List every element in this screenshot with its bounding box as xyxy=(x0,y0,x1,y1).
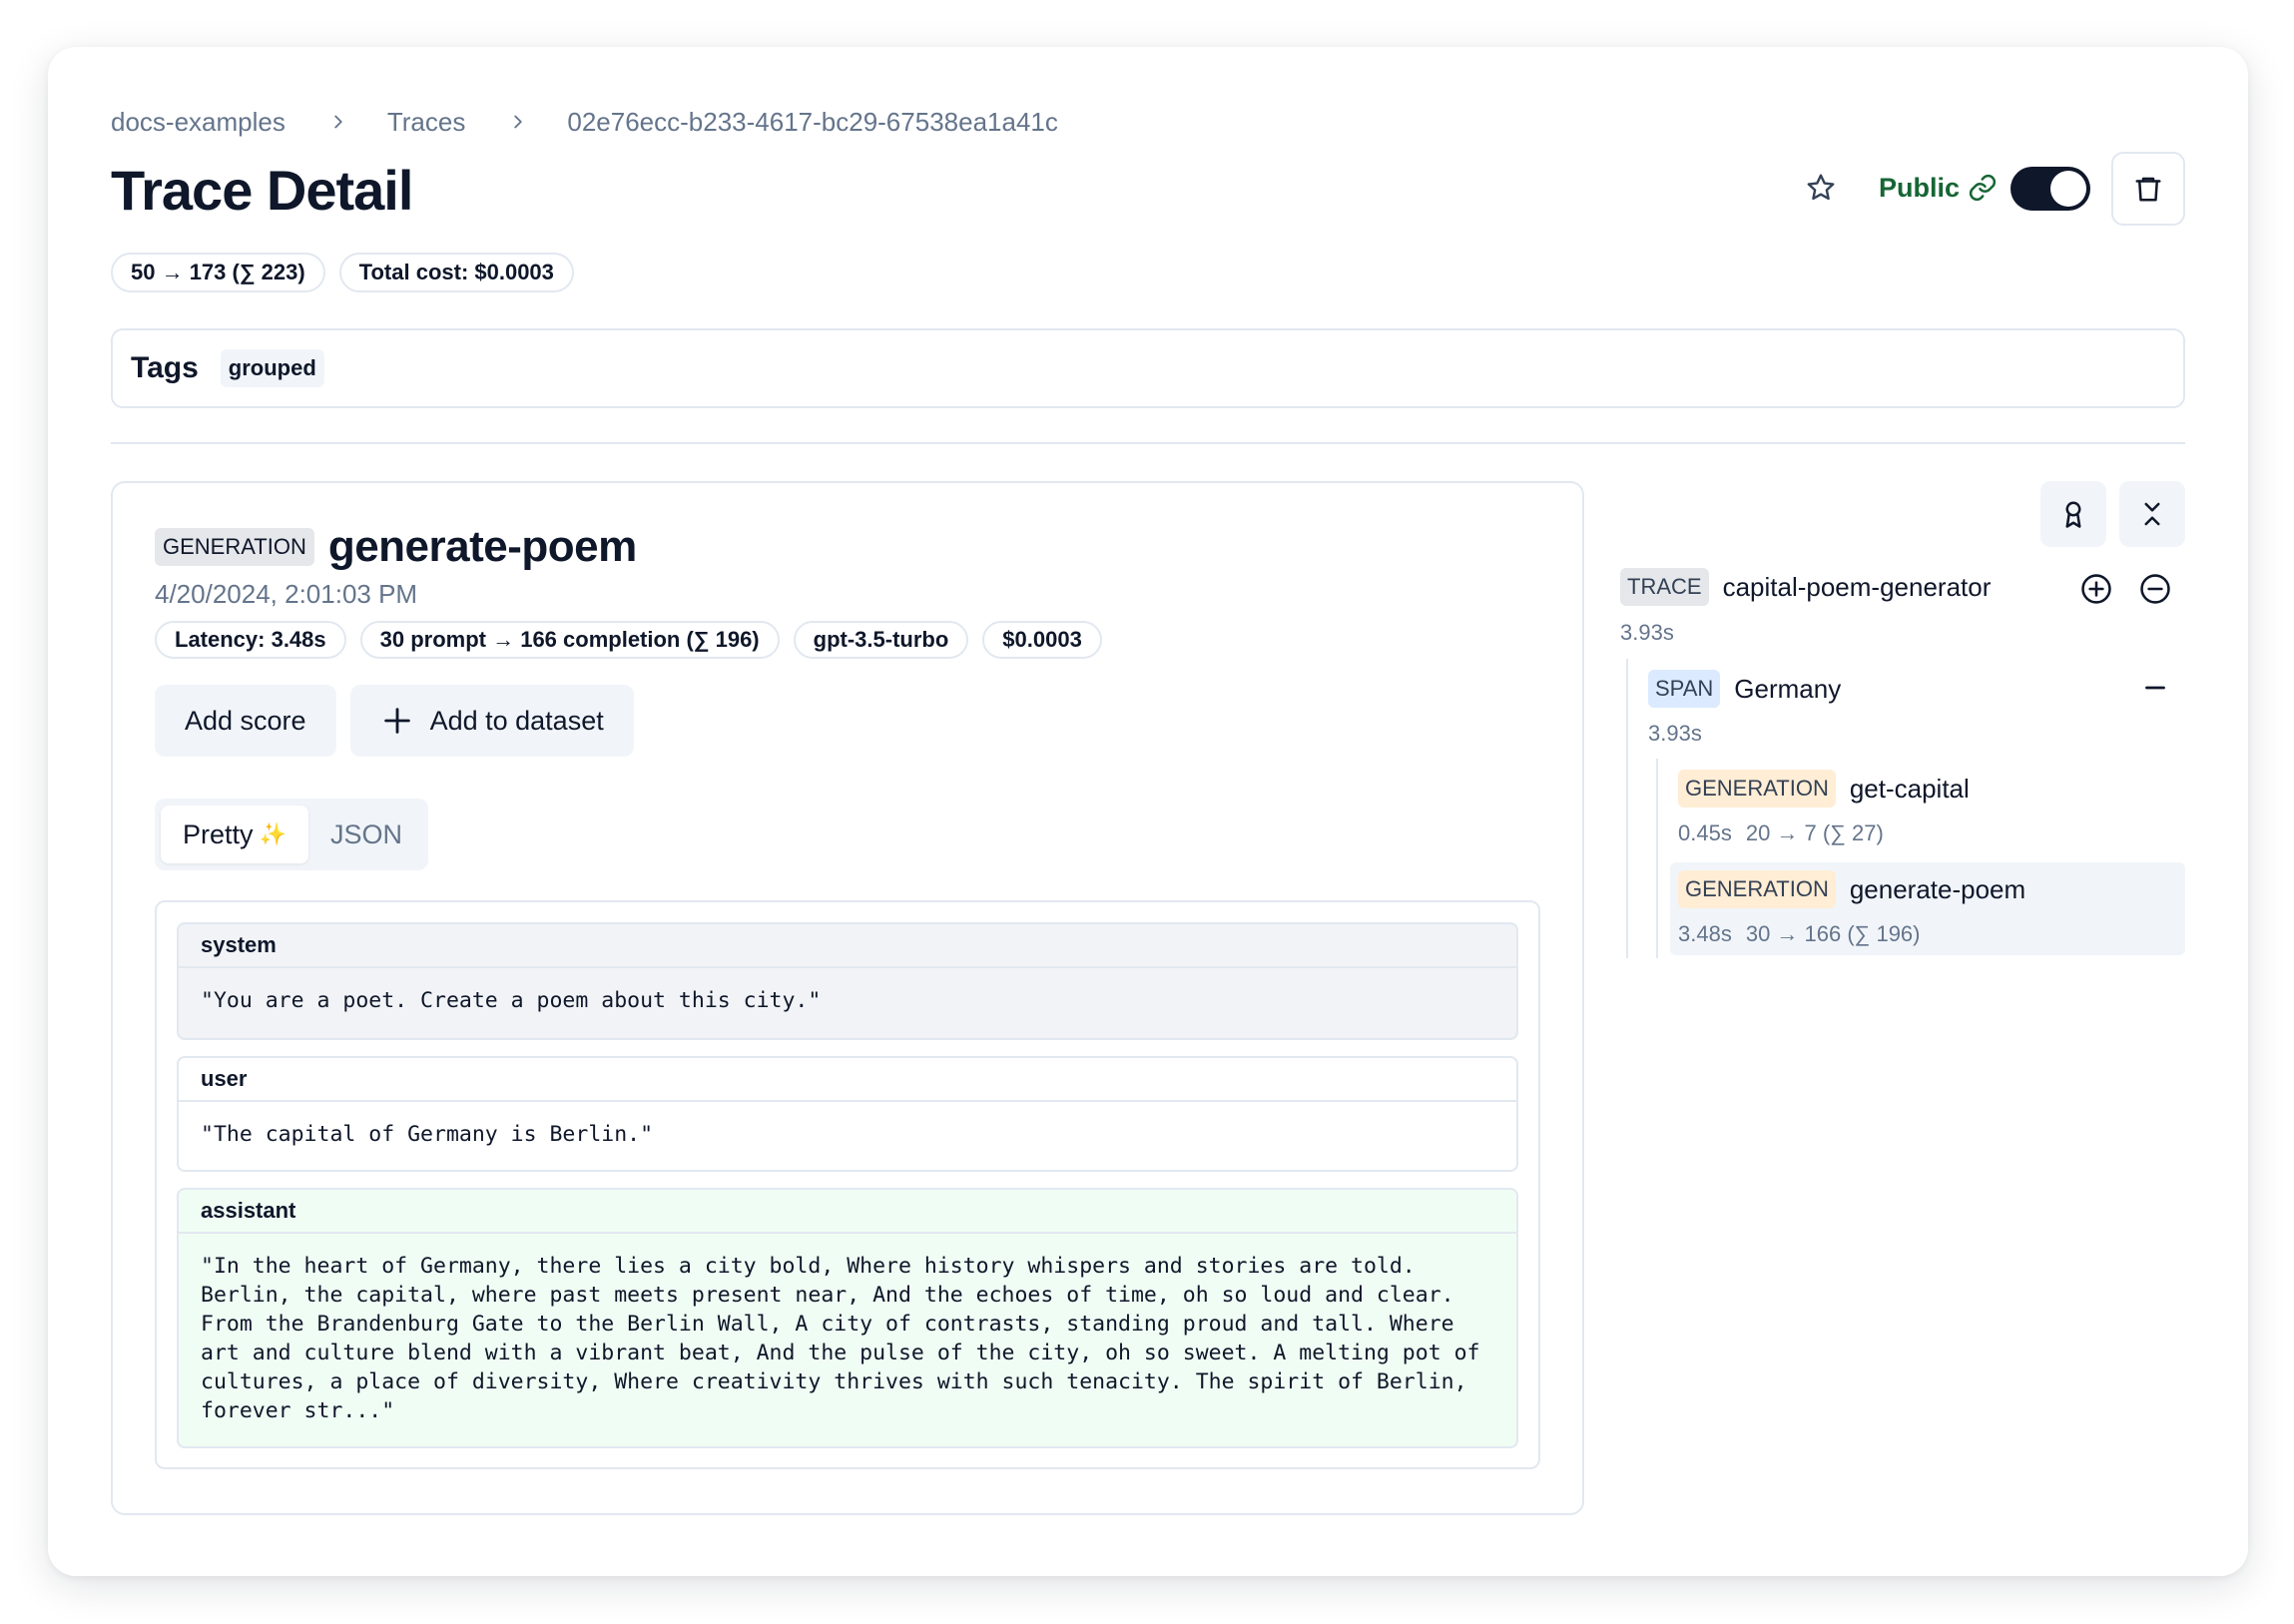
generation-name: get-capital xyxy=(1849,773,1970,804)
trace-summary-badges: 50 → 173 (∑ 223) Total cost: $0.0003 xyxy=(111,253,574,292)
tab-json[interactable]: JSON xyxy=(308,806,424,863)
add-score-label: Add score xyxy=(185,705,306,736)
latency-badge: Latency: 3.48s xyxy=(155,621,346,659)
total-cost-badge: Total cost: $0.0003 xyxy=(338,253,574,292)
tree-connector xyxy=(1656,759,1658,958)
chevron-right-icon xyxy=(507,111,529,133)
public-label: Public xyxy=(1879,172,1961,203)
generation-meta: 0.45s 20 → 7 (∑ 27) xyxy=(1678,820,1884,846)
generation-latency: 0.45s xyxy=(1678,820,1732,845)
tree-node-span[interactable]: SPAN Germany xyxy=(1648,670,1841,708)
token-usage-badge: 50 → 173 (∑ 223) xyxy=(111,253,325,292)
expand-all-icon[interactable] xyxy=(2079,572,2113,606)
add-to-dataset-button[interactable]: Add to dataset xyxy=(349,685,634,757)
message-content: "The capital of Germany is Berlin." xyxy=(201,1122,654,1147)
collapse-span-icon[interactable] xyxy=(2138,671,2172,705)
message-assistant: assistant "In the heart of Germany, ther… xyxy=(177,1188,1518,1448)
trace-latency: 3.93s xyxy=(1620,620,1674,645)
observation-type-badge: GENERATION xyxy=(155,528,314,566)
message-content: "In the heart of Germany, there lies a c… xyxy=(201,1254,1493,1423)
divider xyxy=(111,442,2185,444)
collapse-all-button[interactable] xyxy=(2119,481,2185,547)
chevrons-collapse-icon xyxy=(2144,502,2160,526)
add-score-button[interactable]: Add score xyxy=(155,685,336,757)
message-content: "You are a poet. Create a poem about thi… xyxy=(201,988,822,1013)
generation-type-badge: GENERATION xyxy=(1678,870,1836,908)
trace-type-badge: TRACE xyxy=(1620,568,1709,606)
link-icon xyxy=(1969,174,1997,202)
public-toggle[interactable] xyxy=(2010,167,2090,211)
chevron-right-icon xyxy=(327,111,349,133)
breadcrumb-trace-id: 02e76ecc-b233-4617-bc29-67538ea1a41c xyxy=(567,106,1058,137)
generation-meta: 3.48s 30 → 166 (∑ 196) xyxy=(1678,921,1921,947)
toggle-knob xyxy=(2050,171,2086,207)
add-to-dataset-label: Add to dataset xyxy=(429,705,604,736)
tree-connector xyxy=(1626,659,1628,958)
collapse-all-icon[interactable] xyxy=(2138,572,2172,606)
tags-label: Tags xyxy=(131,351,199,384)
tab-pretty-label: Pretty xyxy=(183,818,254,849)
breadcrumb-project[interactable]: docs-examples xyxy=(111,107,286,138)
sparkles-icon: ✨ xyxy=(259,821,287,846)
span-type-badge: SPAN xyxy=(1648,670,1721,708)
generation-tokens: 20 → 7 (∑ 27) xyxy=(1745,820,1884,845)
token-badge: 30 prompt → 166 completion (∑ 196) xyxy=(359,621,780,659)
observation-actions: Add score Add to dataset xyxy=(155,685,634,757)
model-badge: gpt-3.5-turbo xyxy=(793,621,969,659)
public-share-link[interactable]: Public xyxy=(1879,170,1998,206)
message-role: user xyxy=(179,1058,1516,1102)
star-icon[interactable] xyxy=(1803,170,1839,206)
trash-icon xyxy=(2135,177,2161,202)
breadcrumb-traces[interactable]: Traces xyxy=(387,107,466,138)
observation-header: GENERATION generate-poem xyxy=(155,522,637,572)
generation-name: generate-poem xyxy=(1849,873,2026,904)
breadcrumb: docs-examples Traces 02e76ecc-b233-4617-… xyxy=(111,104,1058,140)
scores-toggle-button[interactable] xyxy=(2040,481,2106,547)
tab-pretty[interactable]: Pretty ✨ xyxy=(161,806,308,863)
observation-name: generate-poem xyxy=(327,522,637,571)
span-latency: 3.93s xyxy=(1648,721,1702,746)
delete-trace-button[interactable] xyxy=(2111,152,2185,226)
page-title: Trace Detail xyxy=(111,159,413,222)
message-system: system "You are a poet. Create a poem ab… xyxy=(177,922,1518,1040)
generation-latency: 3.48s xyxy=(1678,921,1732,946)
observation-timestamp: 4/20/2024, 2:01:03 PM xyxy=(155,579,418,609)
award-icon xyxy=(2065,501,2081,528)
cost-badge: $0.0003 xyxy=(982,621,1102,659)
plus-icon xyxy=(383,708,410,734)
tree-node-generation-selected[interactable]: GENERATION generate-poem xyxy=(1678,870,2025,908)
message-user: user "The capital of Germany is Berlin." xyxy=(177,1056,1518,1172)
view-mode-tabs: Pretty ✨ JSON xyxy=(155,799,428,870)
message-role: assistant xyxy=(179,1190,1516,1234)
generation-type-badge: GENERATION xyxy=(1678,770,1836,808)
tree-node-generation[interactable]: GENERATION get-capital xyxy=(1678,770,1970,808)
tree-node-trace[interactable]: TRACE capital-poem-generator xyxy=(1620,568,1991,606)
tags-section: Tags grouped xyxy=(111,328,2185,408)
trace-name: capital-poem-generator xyxy=(1722,571,1992,602)
message-role: system xyxy=(179,924,1516,968)
generation-tokens: 30 → 166 (∑ 196) xyxy=(1745,921,1921,946)
span-name: Germany xyxy=(1734,673,1842,704)
tag-chip[interactable]: grouped xyxy=(220,349,324,387)
observation-badges: Latency: 3.48s 30 prompt → 166 completio… xyxy=(155,621,1102,659)
